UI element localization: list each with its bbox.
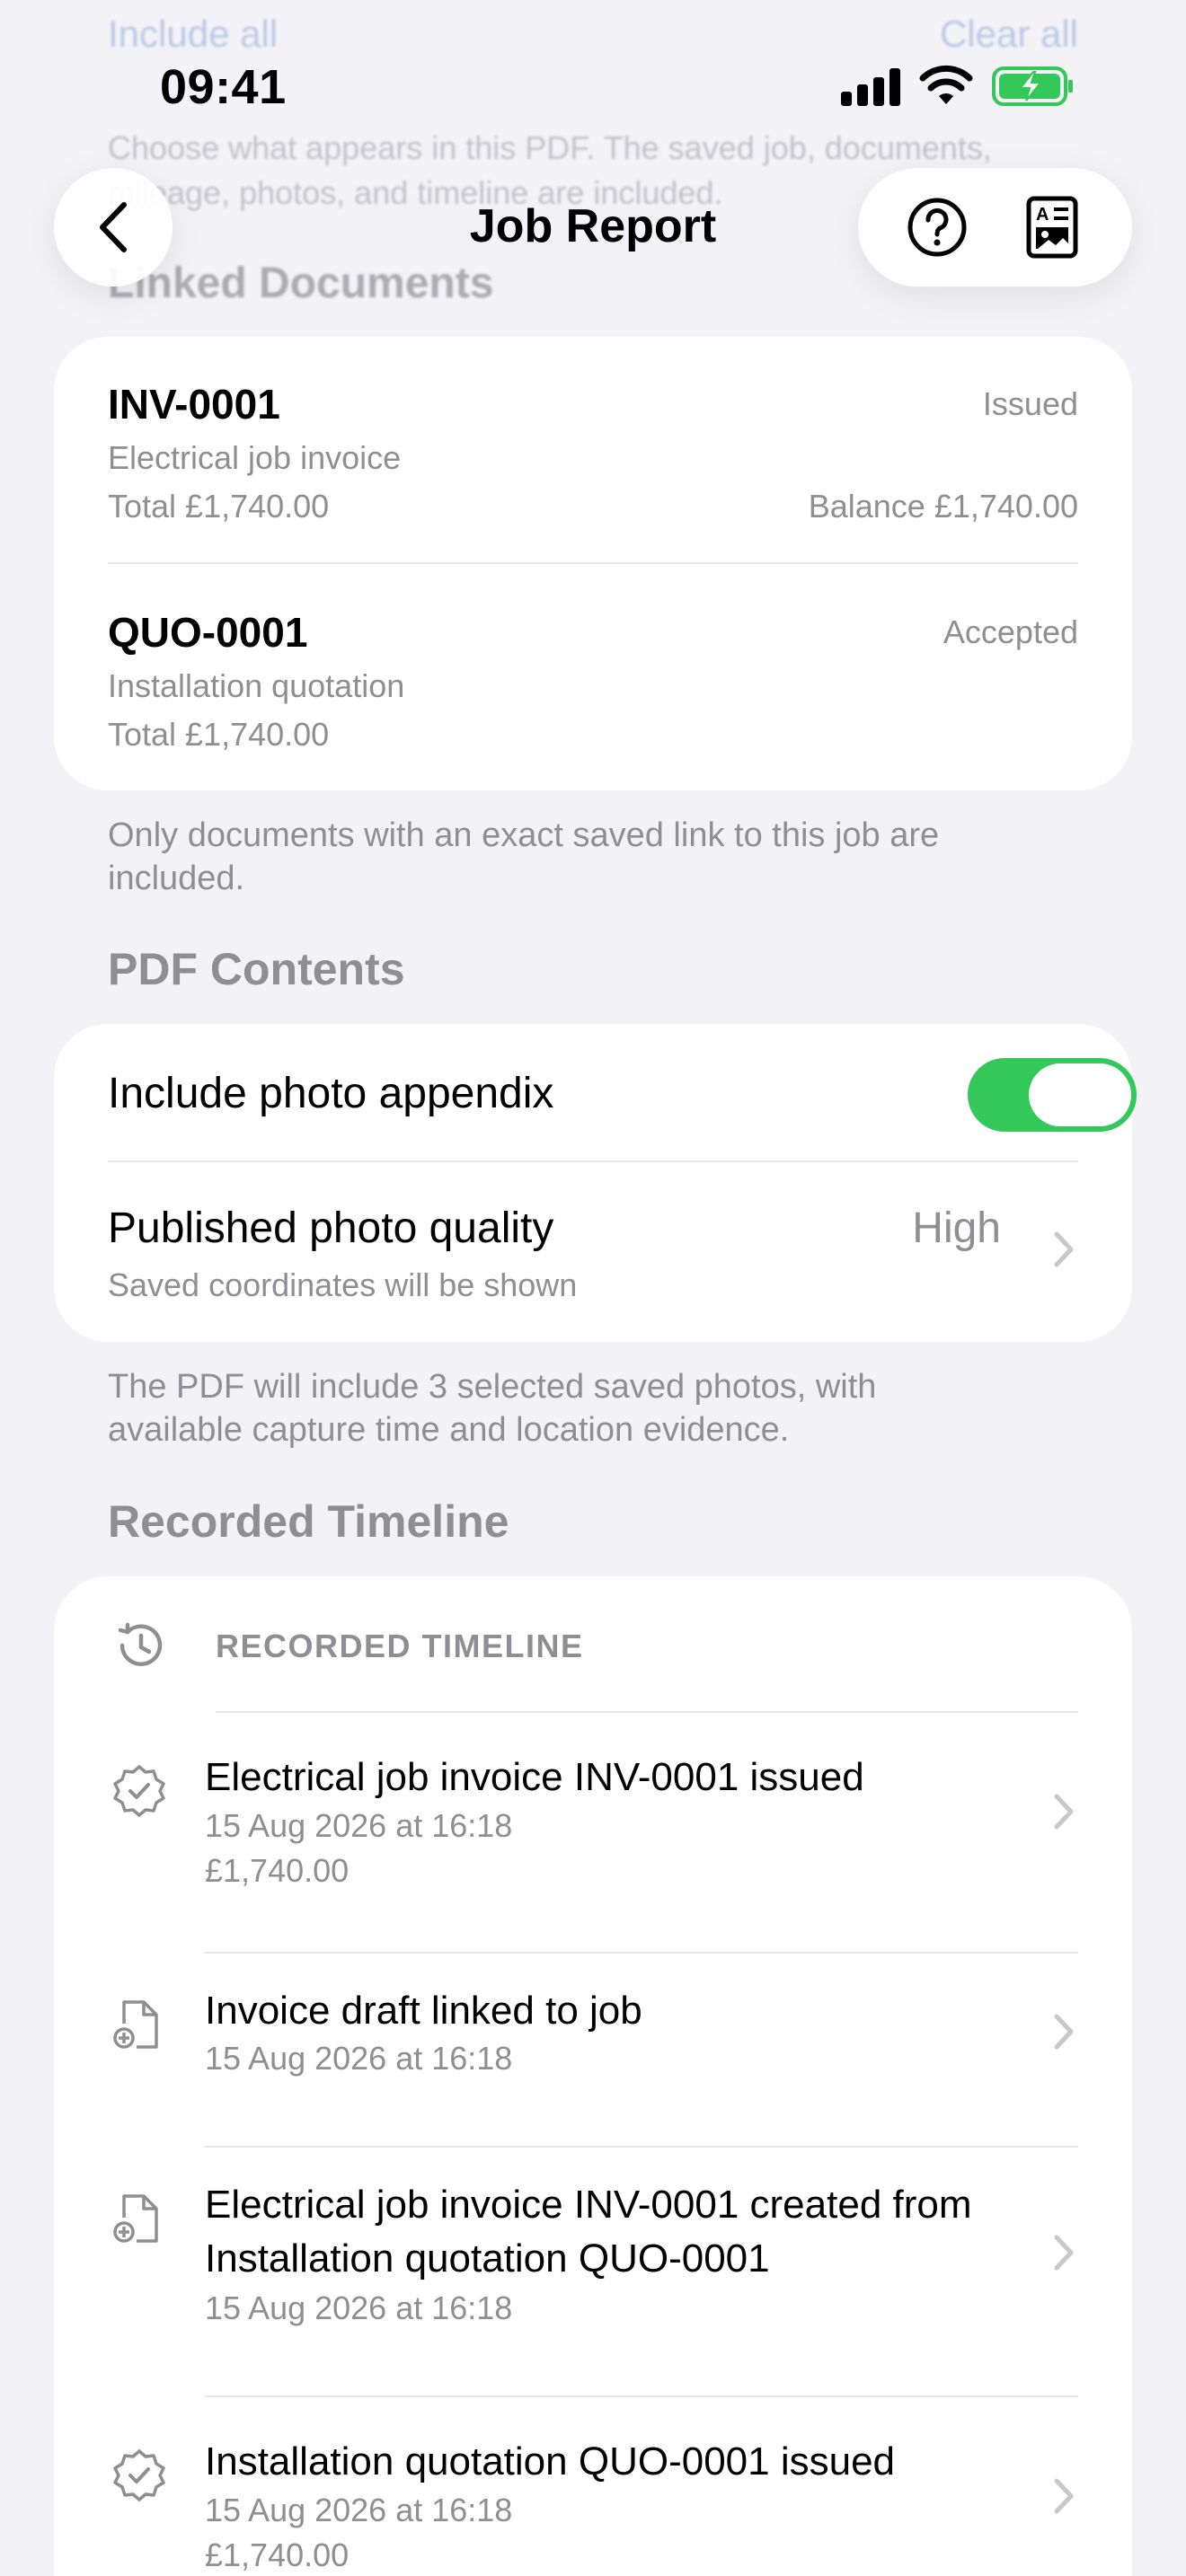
status-time: 09:41	[160, 60, 287, 114]
timeline-entry[interactable]: Installation quotation QUO-0001 issued 1…	[54, 2397, 1132, 2576]
chevron-right-icon	[1054, 1231, 1074, 1267]
photo-appendix-label: Include photo appendix	[108, 1070, 554, 1117]
timeline-entry-date: 15 Aug 2026 at 16:18	[205, 2289, 513, 2326]
question-circle-icon	[907, 198, 967, 257]
timeline-entry[interactable]: Electrical job invoice INV-0001 issued 1…	[54, 1713, 1132, 1910]
timeline-entry-date: 15 Aug 2026 at 16:18	[205, 2492, 513, 2528]
chevron-right-icon	[1054, 2235, 1074, 2271]
battery-charging-icon	[992, 66, 1073, 106]
report-document-icon: A	[1026, 196, 1078, 259]
chevron-right-icon	[1054, 2478, 1074, 2514]
status-bar: 09:41	[0, 0, 1186, 171]
timeline-entry-amount: £1,740.00	[205, 1852, 350, 1889]
nav-actions-group: A	[858, 168, 1132, 287]
chevron-right-icon	[1054, 2014, 1074, 2050]
document-status: Issued	[982, 385, 1078, 422]
document-total: Total £1,740.00	[108, 488, 330, 525]
document-plus-icon	[113, 2000, 158, 2049]
timeline-entry-title: Installation quotation QUO-0001 issued	[205, 2439, 896, 2483]
divider	[108, 562, 1078, 564]
svg-text:A: A	[1036, 205, 1049, 225]
chevron-right-icon	[1054, 1794, 1074, 1830]
pdf-contents-footnote: The PDF will include 3 selected saved ph…	[108, 1368, 877, 1449]
document-row-invoice[interactable]: INV-0001 Issued Electrical job invoice T…	[108, 380, 1078, 542]
toggle-knob	[1029, 1063, 1131, 1126]
linked-documents-footnote: Only documents with an exact saved link …	[108, 816, 940, 897]
photo-quality-subtitle: Saved coordinates will be shown	[108, 1266, 578, 1303]
photo-appendix-toggle[interactable]	[968, 1058, 1137, 1132]
document-balance: Balance £1,740.00	[808, 488, 1078, 525]
photo-quality-label: Published photo quality	[108, 1204, 554, 1252]
timeline-entry-title: Electrical job invoice INV-0001 created …	[205, 2183, 972, 2280]
document-total: Total £1,740.00	[108, 716, 330, 753]
pdf-contents-card: Include photo appendix Published photo q…	[54, 1024, 1137, 1342]
wifi-icon	[919, 65, 973, 104]
timeline-entry-date: 15 Aug 2026 at 16:18	[205, 2040, 513, 2077]
document-description: Electrical job invoice	[108, 439, 402, 476]
timeline-entry[interactable]: Electrical job invoice INV-0001 created …	[54, 2148, 1132, 2395]
document-id: QUO-0001	[108, 609, 308, 656]
export-pdf-button[interactable]: A	[1009, 184, 1095, 270]
timeline-entry-date: 15 Aug 2026 at 16:18	[205, 1807, 513, 1844]
timeline-entry-title: Invoice draft linked to job	[205, 1989, 642, 2033]
recorded-timeline-card: RECORDED TIMELINE Electrical job invoice…	[54, 1576, 1132, 2576]
photo-quality-row[interactable]: Published photo quality Saved coordinate…	[54, 1162, 1132, 1342]
timeline-entry-amount: £1,740.00	[205, 2536, 350, 2573]
help-button[interactable]	[894, 184, 980, 270]
document-description: Installation quotation	[108, 667, 405, 704]
seal-check-icon	[113, 1765, 165, 1817]
document-plus-icon	[113, 2194, 158, 2243]
cellular-signal-icon	[841, 68, 900, 106]
photo-quality-value: High	[912, 1204, 1001, 1252]
linked-documents-card: INV-0001 Issued Electrical job invoice T…	[54, 337, 1132, 790]
document-status: Accepted	[943, 613, 1078, 650]
pdf-contents-heading: PDF Contents	[108, 944, 405, 994]
job-report-screen: Include all Clear all Choose what appear…	[0, 0, 1186, 2576]
recorded-timeline-heading: Recorded Timeline	[108, 1496, 509, 1547]
timeline-header-label: RECORDED TIMELINE	[216, 1628, 584, 1664]
timeline-entry-title: Electrical job invoice INV-0001 issued	[205, 1755, 864, 1799]
document-row-quotation[interactable]: QUO-0001 Accepted Installation quotation…	[108, 608, 1078, 770]
timeline-entry[interactable]: Invoice draft linked to job 15 Aug 2026 …	[54, 1954, 1132, 2146]
history-clock-icon	[118, 1622, 163, 1666]
linked-documents-heading: Linked Documents	[108, 260, 494, 307]
document-id: INV-0001	[108, 381, 280, 428]
seal-check-icon	[113, 2449, 165, 2501]
